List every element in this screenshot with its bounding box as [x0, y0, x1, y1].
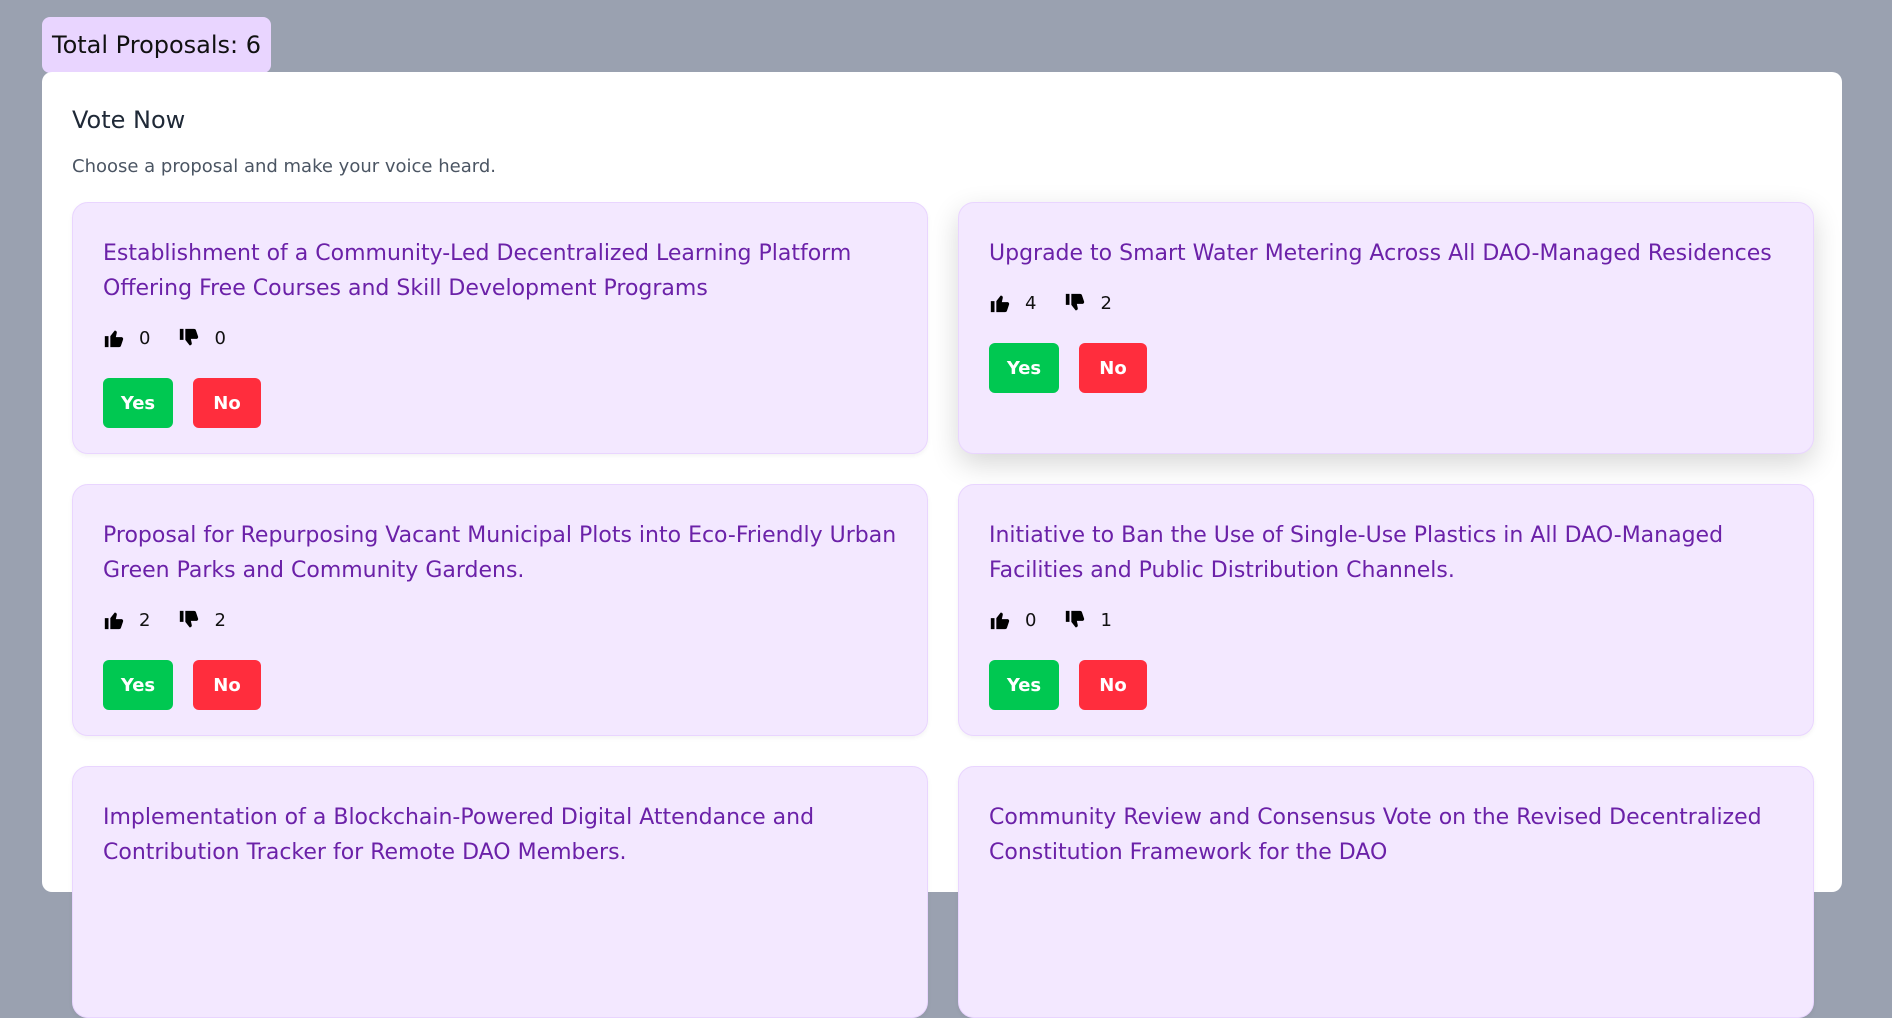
total-proposals-label: Total Proposals: 6	[52, 31, 262, 59]
no-button[interactable]: No	[1079, 660, 1147, 710]
downvote-group: 2	[1064, 292, 1112, 314]
upvote-group: 4	[989, 292, 1036, 314]
yes-button[interactable]: Yes	[989, 343, 1059, 393]
vote-actions: Yes No	[989, 660, 1783, 710]
proposal-title: Establishment of a Community-Led Decentr…	[103, 241, 852, 301]
panel-subtitle: Choose a proposal and make your voice he…	[72, 156, 496, 177]
upvote-count: 4	[1025, 292, 1037, 314]
downvote-count: 1	[1100, 609, 1112, 631]
upvote-group: 0	[989, 609, 1036, 631]
no-button[interactable]: No	[1079, 343, 1147, 393]
vote-actions: Yes No	[103, 378, 897, 428]
upvote-count: 2	[139, 609, 151, 631]
no-button[interactable]: No	[193, 378, 261, 428]
upvote-group: 2	[103, 609, 150, 631]
total-proposals-badge: Total Proposals: 6	[42, 17, 272, 73]
panel-title: Vote Now	[72, 106, 186, 134]
proposal-title: Community Review and Consensus Vote on t…	[989, 805, 1762, 865]
thumbs-up-icon	[103, 609, 125, 631]
proposal-title: Proposal for Repurposing Vacant Municipa…	[103, 523, 897, 583]
thumbs-down-icon	[178, 609, 200, 631]
no-button[interactable]: No	[193, 660, 261, 710]
upvote-count: 0	[139, 327, 151, 349]
vote-counts: 0 0	[103, 324, 897, 352]
proposal-card: Implementation of a Blockchain-Powered D…	[72, 766, 928, 1018]
yes-button[interactable]: Yes	[989, 660, 1059, 710]
vote-actions: Yes No	[989, 343, 1783, 393]
proposal-card: Upgrade to Smart Water Metering Across A…	[958, 202, 1814, 454]
downvote-count: 2	[214, 609, 226, 631]
downvote-group: 2	[178, 609, 226, 631]
downvote-count: 0	[214, 327, 226, 349]
proposal-card: Proposal for Repurposing Vacant Municipa…	[72, 484, 928, 736]
vote-actions: Yes No	[103, 660, 897, 710]
proposal-title: Upgrade to Smart Water Metering Across A…	[989, 241, 1772, 266]
downvote-group: 1	[1064, 609, 1112, 631]
thumbs-up-icon	[989, 609, 1011, 631]
proposal-card: Establishment of a Community-Led Decentr…	[72, 202, 928, 454]
yes-button[interactable]: Yes	[103, 378, 173, 428]
proposal-title: Initiative to Ban the Use of Single-Use …	[989, 523, 1724, 583]
proposal-title: Implementation of a Blockchain-Powered D…	[103, 805, 815, 865]
vote-counts: 0 1	[989, 606, 1783, 634]
vote-panel: Vote Now Choose a proposal and make your…	[42, 72, 1842, 1018]
upvote-count: 0	[1025, 609, 1037, 631]
upvote-group: 0	[103, 327, 150, 349]
proposal-card: Initiative to Ban the Use of Single-Use …	[958, 484, 1814, 736]
thumbs-down-icon	[1064, 292, 1086, 314]
yes-button[interactable]: Yes	[103, 660, 173, 710]
proposal-card: Community Review and Consensus Vote on t…	[958, 766, 1814, 1018]
proposal-grid: Establishment of a Community-Led Decentr…	[72, 202, 1814, 1018]
thumbs-up-icon	[103, 327, 125, 349]
thumbs-down-icon	[178, 327, 200, 349]
vote-counts: 4 2	[989, 289, 1783, 317]
thumbs-down-icon	[1064, 609, 1086, 631]
thumbs-up-icon	[989, 292, 1011, 314]
vote-counts: 2 2	[103, 606, 897, 634]
downvote-count: 2	[1100, 292, 1112, 314]
downvote-group: 0	[178, 327, 226, 349]
